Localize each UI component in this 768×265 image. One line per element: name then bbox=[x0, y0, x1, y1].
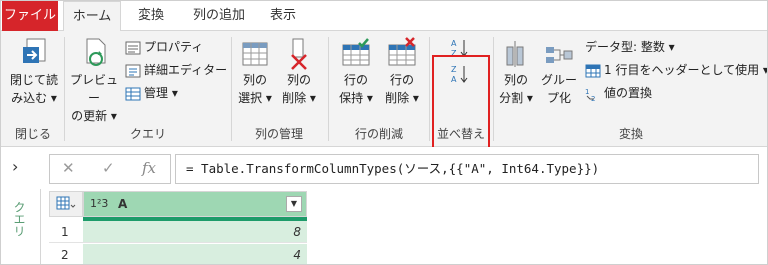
refresh-preview-icon bbox=[86, 38, 106, 66]
properties-icon bbox=[125, 41, 141, 54]
close-and-load-label-1: 閉じて読 bbox=[9, 73, 58, 87]
tab-transform[interactable]: 変換 bbox=[129, 1, 173, 31]
remove-rows-label-1: 行の bbox=[389, 73, 414, 87]
remove-columns-label-2: 削除 ▾ bbox=[282, 91, 316, 105]
split-column-label-1: 列の bbox=[503, 73, 528, 87]
collapse-queries-chevron-icon[interactable]: › bbox=[12, 157, 18, 176]
formula-buttons-box: ✕ ✓ fx bbox=[49, 154, 171, 184]
keep-rows-button[interactable]: 行の 保持 ▾ bbox=[334, 37, 378, 107]
column-header-label: A bbox=[118, 197, 128, 211]
split-column-icon bbox=[506, 41, 524, 67]
group-by-label-1: グルー bbox=[540, 73, 577, 87]
advanced-editor-button[interactable]: 詳細エディター bbox=[125, 60, 227, 80]
group-divider bbox=[328, 37, 329, 141]
fx-icon[interactable]: fx bbox=[142, 159, 156, 177]
replace-values-icon: 12 bbox=[585, 88, 595, 103]
keep-rows-icon bbox=[342, 38, 370, 66]
group-by-icon bbox=[546, 47, 573, 63]
close-and-load-icon bbox=[23, 38, 46, 63]
manage-button[interactable]: 管理 ▾ bbox=[125, 83, 178, 103]
remove-rows-icon bbox=[388, 37, 416, 66]
group-divider bbox=[493, 37, 494, 141]
formula-input[interactable]: = Table.TransformColumnTypes(ソース,{{"A", … bbox=[175, 154, 759, 184]
properties-button[interactable]: プロパティ bbox=[125, 37, 203, 57]
group-by-label-2: プ化 bbox=[546, 91, 571, 105]
replace-values-button[interactable]: 1 2 値の置換 bbox=[585, 83, 652, 103]
data-type-dropdown[interactable]: データ型: 整数 ▾ bbox=[585, 37, 675, 57]
choose-columns-label-2: 選択 ▾ bbox=[238, 91, 272, 105]
tab-home[interactable]: ホーム bbox=[63, 1, 121, 32]
svg-text:1: 1 bbox=[585, 88, 589, 96]
svg-text:A: A bbox=[451, 39, 457, 48]
column-type-indicator[interactable]: 1²3 bbox=[90, 197, 108, 210]
remove-rows-label-2: 削除 ▾ bbox=[385, 91, 419, 105]
table-header-icon bbox=[585, 64, 601, 77]
remove-rows-button[interactable]: 行の 削除 ▾ bbox=[380, 37, 424, 107]
split-column-label-2: 分割 ▾ bbox=[499, 91, 533, 105]
formula-text: = Table.TransformColumnTypes(ソース,{{"A", … bbox=[186, 161, 600, 176]
tab-add-column[interactable]: 列の追加 bbox=[187, 1, 251, 31]
ribbon-home: 閉じて読 み込む ▾ 閉じる プレビュー の更新 ▾ プロパティ 詳細エディター… bbox=[1, 31, 768, 175]
use-first-row-as-headers-button[interactable]: 1 行目をヘッダーとして使用 ▾ bbox=[585, 60, 768, 80]
group-label-transform: 変換 bbox=[618, 127, 643, 141]
data-type-label: データ型: 整数 ▾ bbox=[585, 40, 675, 54]
confirm-icon[interactable]: ✓ bbox=[102, 159, 115, 177]
table-icon bbox=[56, 196, 76, 210]
group-by-button[interactable]: グルー プ化 bbox=[539, 37, 579, 107]
keep-rows-label-1: 行の bbox=[343, 73, 368, 87]
split-column-button[interactable]: 列の 分割 ▾ bbox=[495, 37, 537, 107]
choose-columns-label-1: 列の bbox=[242, 73, 267, 87]
refresh-preview-label-1: プレビュー bbox=[69, 73, 118, 105]
keep-rows-label-2: 保持 ▾ bbox=[339, 91, 373, 105]
refresh-preview-button[interactable]: プレビュー の更新 ▾ bbox=[67, 37, 121, 125]
advanced-editor-icon bbox=[125, 64, 141, 77]
remove-columns-label-1: 列の bbox=[286, 73, 311, 87]
refresh-preview-label-2: の更新 ▾ bbox=[71, 109, 117, 123]
group-label-reduce-rows: 行の削減 bbox=[354, 127, 403, 141]
table-cell[interactable]: 4 bbox=[83, 244, 307, 264]
table-cell[interactable]: 8 bbox=[83, 221, 307, 243]
queries-pane-label: クエリ bbox=[12, 201, 26, 237]
row-number[interactable]: 2 bbox=[49, 244, 83, 264]
filter-dropdown-icon[interactable]: ▼ bbox=[286, 196, 302, 212]
row-number[interactable]: 1 bbox=[49, 221, 83, 243]
properties-label: プロパティ bbox=[144, 40, 204, 54]
group-divider bbox=[64, 37, 65, 141]
group-divider bbox=[231, 37, 232, 141]
column-header-a[interactable]: 1²3 A ▼ bbox=[83, 191, 307, 217]
power-query-window: ファイル ホーム 変換 列の追加 表示 閉じて読 み込む ▾ 閉じる プレビュー… bbox=[0, 0, 768, 265]
group-divider bbox=[429, 37, 430, 141]
advanced-editor-label: 詳細エディター bbox=[144, 63, 228, 77]
choose-columns-button[interactable]: 列の 選択 ▾ bbox=[234, 37, 276, 107]
use-first-row-as-headers-label: 1 行目をヘッダーとして使用 ▾ bbox=[604, 63, 768, 77]
cancel-icon[interactable]: ✕ bbox=[62, 159, 75, 177]
close-and-load-label-2: み込む ▾ bbox=[11, 91, 57, 105]
tab-file[interactable]: ファイル bbox=[2, 1, 58, 31]
group-label-close: 閉じる bbox=[14, 127, 51, 141]
remove-columns-icon bbox=[291, 38, 307, 70]
group-label-manage-columns: 列の管理 bbox=[254, 127, 303, 141]
manage-icon bbox=[125, 87, 141, 100]
tab-view[interactable]: 表示 bbox=[263, 1, 303, 31]
table-menu-button[interactable] bbox=[49, 191, 83, 217]
close-and-load-button[interactable]: 閉じて読 み込む ▾ bbox=[7, 37, 61, 107]
group-label-query: クエリ bbox=[129, 127, 166, 141]
remove-columns-button[interactable]: 列の 削除 ▾ bbox=[278, 37, 320, 107]
replace-values-label: 値の置換 bbox=[604, 86, 653, 100]
choose-columns-icon bbox=[242, 42, 268, 66]
manage-label: 管理 ▾ bbox=[144, 86, 178, 100]
ribbon-tab-bar: ファイル ホーム 変換 列の追加 表示 bbox=[1, 1, 767, 32]
